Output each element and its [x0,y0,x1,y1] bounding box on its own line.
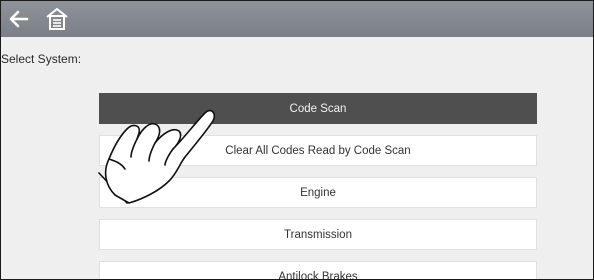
home-icon [46,8,68,30]
select-system-label: Select System: [1,52,82,66]
screen: Select System: Code Scan Clear All Codes… [0,0,594,280]
system-item-label: Clear All Codes Read by Code Scan [225,144,411,157]
system-item-label: Transmission [284,228,352,241]
system-item-label: Antilock Brakes [278,270,358,280]
system-item-label: Engine [300,186,336,199]
system-item-code-scan[interactable]: Code Scan [99,93,537,124]
back-button[interactable] [5,5,33,33]
system-item-transmission[interactable]: Transmission [99,219,537,250]
system-item-antilock-brakes[interactable]: Antilock Brakes [99,261,537,280]
back-arrow-icon [9,10,29,28]
system-item-label: Code Scan [289,102,347,115]
home-button[interactable] [43,5,71,33]
system-item-engine[interactable]: Engine [99,177,537,208]
system-item-clear-all-codes[interactable]: Clear All Codes Read by Code Scan [99,135,537,166]
toolbar [1,1,593,37]
